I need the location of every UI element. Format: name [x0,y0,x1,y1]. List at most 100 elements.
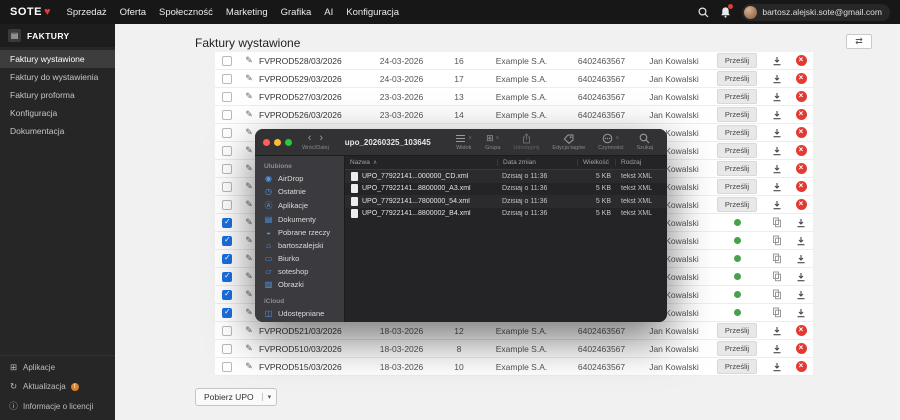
row-checkbox[interactable] [222,236,232,246]
search-icon[interactable] [698,7,709,18]
download-icon[interactable] [796,236,806,246]
send-button[interactable]: Prześlij [717,89,757,104]
delete-icon[interactable]: × [796,73,807,84]
download-icon[interactable] [796,272,806,282]
finder-titlebar[interactable]: ‹ › Wróć/Dalej upo_20260325_103645 ∨ Wid… [255,129,667,156]
edit-pencil-icon[interactable]: ✎ [239,343,259,354]
download-icon[interactable] [772,344,782,354]
download-icon[interactable] [772,362,782,372]
finder-sidebar-item-udost-pniane[interactable]: ◫Udostępniane [255,307,344,320]
row-checkbox[interactable] [222,110,232,120]
table-scroll-button[interactable]: ⇄ [846,34,872,49]
notifications-bell-icon[interactable] [720,6,731,18]
send-button[interactable]: Prześlij [717,197,757,212]
download-icon[interactable] [796,308,806,318]
copy-icon[interactable] [772,307,782,318]
send-button[interactable]: Prześlij [717,341,757,356]
column-header-size[interactable]: Wielkość [577,159,615,166]
delete-icon[interactable]: × [796,343,807,354]
finder-window[interactable]: ‹ › Wróć/Dalej upo_20260325_103645 ∨ Wid… [255,129,667,322]
sote-logo[interactable]: SOTE ♥ [10,6,50,18]
download-icon[interactable] [796,290,806,300]
menu-item-ai[interactable]: AI [324,7,333,18]
download-icon[interactable] [796,254,806,264]
edit-pencil-icon[interactable]: ✎ [239,73,259,84]
sidebar-item-konfiguracja[interactable]: Konfiguracja [0,104,115,122]
download-icon[interactable] [796,218,806,228]
delete-icon[interactable]: × [796,109,807,120]
download-icon[interactable] [772,182,782,192]
menu-item-marketing[interactable]: Marketing [226,7,268,18]
copy-icon[interactable] [772,217,782,228]
finder-sidebar-item-biurko[interactable]: ▭Biurko [255,252,344,265]
file-row[interactable]: UPO_77922141...7800000_54.xml Dzisiaj o … [345,195,667,208]
actions-control[interactable]: ∨ Czynności [598,133,623,152]
sidebar-item-dokumentacja[interactable]: Dokumentacja [0,122,115,140]
copy-icon[interactable] [772,253,782,264]
row-checkbox[interactable] [222,92,232,102]
back-icon[interactable]: ‹ [305,133,315,144]
row-checkbox[interactable] [222,308,232,318]
download-icon[interactable] [772,56,782,66]
menu-item-konfiguracja[interactable]: Konfiguracja [346,7,399,18]
delete-icon[interactable]: × [796,145,807,156]
delete-icon[interactable]: × [796,55,807,66]
finder-sidebar-item-pobrane-rzeczy[interactable]: ◒Pobrane rzeczy [255,226,344,239]
copy-icon[interactable] [772,271,782,282]
sidebar-item-faktury-do-wystawienia[interactable]: Faktury do wystawienia [0,68,115,86]
delete-icon[interactable]: × [796,199,807,210]
row-checkbox[interactable] [222,128,232,138]
row-checkbox[interactable] [222,56,232,66]
finder-sidebar-item-dokumenty[interactable]: ▤Dokumenty [255,213,344,226]
send-button[interactable]: Prześlij [717,143,757,158]
row-checkbox[interactable] [222,290,232,300]
file-row[interactable]: UPO_77922141...8800002_B4.xml Dzisiaj o … [345,208,667,221]
download-icon[interactable] [772,326,782,336]
row-checkbox[interactable] [222,344,232,354]
search-control[interactable]: Szukaj [636,133,653,152]
edit-pencil-icon[interactable]: ✎ [239,91,259,102]
row-checkbox[interactable] [222,218,232,228]
download-icon[interactable] [772,92,782,102]
row-checkbox[interactable] [222,362,232,372]
user-account-button[interactable]: bartosz.alejski.sote@gmail.com [742,4,890,21]
sidebar-footer-informacje-o-licencji[interactable]: ⓘInformacje o licencji [0,396,115,416]
view-control[interactable]: ∨ Widok [455,133,472,152]
delete-icon[interactable]: × [796,91,807,102]
finder-sidebar-item-ostatnie[interactable]: ◷Ostatnie [255,185,344,198]
menu-item-oferta[interactable]: Oferta [120,7,146,18]
edit-pencil-icon[interactable]: ✎ [239,109,259,120]
column-header-name[interactable]: Nazwa ∧ [345,159,497,166]
download-upo-button[interactable]: Pobierz UPO ▾ [195,388,277,406]
finder-sidebar-item-airdrop[interactable]: ◉AirDrop [255,172,344,185]
edit-pencil-icon[interactable]: ✎ [239,55,259,66]
finder-sidebar-item-aplikacje[interactable]: ⒶAplikacje [255,198,344,213]
row-checkbox[interactable] [222,326,232,336]
send-button[interactable]: Prześlij [717,359,757,374]
delete-icon[interactable]: × [796,127,807,138]
delete-icon[interactable]: × [796,361,807,372]
edit-pencil-icon[interactable]: ✎ [239,361,259,372]
row-checkbox[interactable] [222,146,232,156]
edit-pencil-icon[interactable]: ✎ [239,325,259,336]
download-icon[interactable] [772,110,782,120]
send-button[interactable]: Prześlij [717,179,757,194]
menu-item-spo-eczno[interactable]: Społeczność [159,7,213,18]
download-icon[interactable] [772,128,782,138]
send-button[interactable]: Prześlij [717,53,757,68]
sidebar-item-faktury-proforma[interactable]: Faktury proforma [0,86,115,104]
copy-icon[interactable] [772,289,782,300]
finder-sidebar-item-bartoszalejski[interactable]: ⌂bartoszalejski [255,239,344,252]
send-button[interactable]: Prześlij [717,71,757,86]
menu-item-grafika[interactable]: Grafika [281,7,312,18]
file-row[interactable]: UPO_77922141...8800000_A3.xml Dzisiaj o … [345,183,667,196]
download-icon[interactable] [772,146,782,156]
chevron-down-icon[interactable]: ▾ [262,393,277,401]
sidebar-footer-aktualizacja[interactable]: ↻Aktualizacja! [0,377,115,396]
finder-sidebar-item-obrazki[interactable]: ▨Obrazki [255,278,344,291]
row-checkbox[interactable] [222,254,232,264]
share-control[interactable]: Udostępnij [513,133,539,152]
file-row[interactable]: UPO_77922141...000000_CD.xml Dzisiaj o 1… [345,170,667,183]
row-checkbox[interactable] [222,164,232,174]
row-checkbox[interactable] [222,182,232,192]
